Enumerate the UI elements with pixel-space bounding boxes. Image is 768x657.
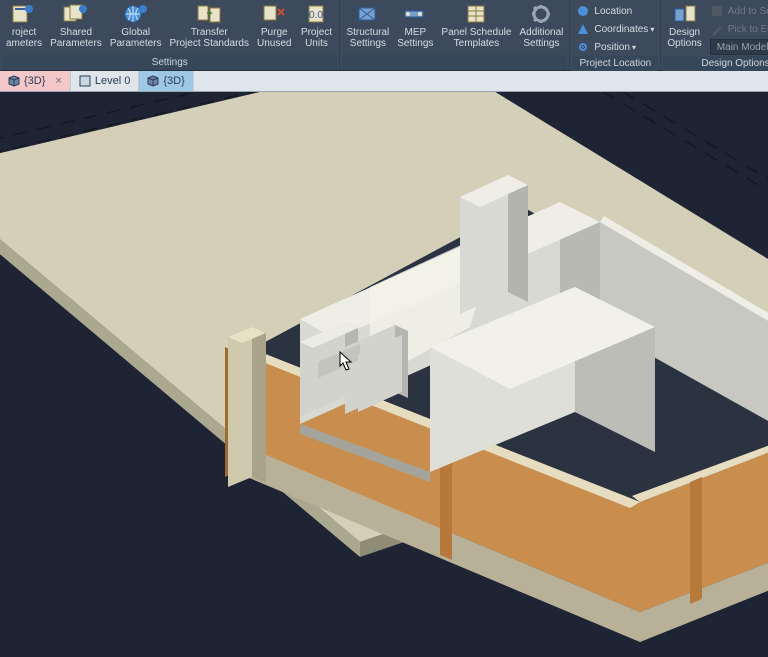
structural-settings-button[interactable]: Structural Settings xyxy=(342,0,393,49)
shared-parameters-button[interactable]: Shared Parameters xyxy=(46,0,106,49)
panel-design-options: Design Options Add to Set Pick to Edit M… xyxy=(661,0,768,70)
add-to-set-button[interactable]: Add to Set xyxy=(706,2,768,20)
transfer-standards-icon xyxy=(195,2,223,26)
label: Global Parameters xyxy=(110,27,162,49)
transfer-standards-button[interactable]: Transfer Project Standards xyxy=(166,0,254,49)
cube-icon xyxy=(8,75,20,87)
main-model-select[interactable]: Main Model xyxy=(710,39,768,55)
tab-3d-1[interactable]: {3D} × xyxy=(0,71,71,91)
viewport-3d[interactable] xyxy=(0,92,768,657)
panel-settings-2: Structural Settings MEP Settings Panel S… xyxy=(340,0,570,70)
label: Coordinates xyxy=(594,24,648,35)
project-parameters-button[interactable]: roject ameters xyxy=(2,0,46,49)
tab-label: Level 0 xyxy=(95,75,130,87)
coordinates-button[interactable]: Coordinates ▾ xyxy=(572,20,658,38)
svg-text:0.0: 0.0 xyxy=(310,10,324,21)
chevron-down-icon: ▾ xyxy=(650,25,654,34)
project-parameters-icon xyxy=(10,2,38,26)
design-options-button[interactable]: Design Options xyxy=(663,0,705,49)
label: Pick to Edit xyxy=(728,24,768,35)
label: Purge Unused xyxy=(257,27,291,49)
location-button[interactable]: Location xyxy=(572,2,658,20)
project-units-button[interactable]: 0.0 Project Units xyxy=(295,0,337,49)
label: Design Options xyxy=(667,27,701,49)
panel-title: Project Location xyxy=(572,56,658,71)
label: Panel Schedule Templates xyxy=(441,27,511,49)
tab-label: {3D} xyxy=(163,75,184,87)
ribbon: roject ameters Shared Parameters Global … xyxy=(0,0,768,71)
additional-settings-button[interactable]: Additional Settings xyxy=(515,0,567,49)
cube-icon xyxy=(147,75,159,87)
panel-schedule-templates-button[interactable]: Panel Schedule Templates xyxy=(437,0,515,49)
mep-settings-icon xyxy=(401,2,429,26)
global-parameters-button[interactable]: Global Parameters xyxy=(106,0,166,49)
panel-title: Design Options xyxy=(663,56,768,71)
coordinates-icon xyxy=(576,22,590,36)
mep-settings-button[interactable]: MEP Settings xyxy=(393,0,437,49)
label: Structural Settings xyxy=(346,27,389,49)
label: Location xyxy=(594,6,632,17)
panel-settings: roject ameters Shared Parameters Global … xyxy=(0,0,340,70)
tab-level0[interactable]: Level 0 xyxy=(71,71,139,91)
structural-settings-icon xyxy=(354,2,382,26)
purge-unused-icon xyxy=(260,2,288,26)
panel-title-blank xyxy=(342,55,567,70)
close-icon[interactable]: × xyxy=(55,75,61,87)
panel-project-location: Location Coordinates ▾ Position ▾ Projec… xyxy=(570,0,661,70)
chevron-down-icon: ▾ xyxy=(632,43,636,52)
position-button[interactable]: Position ▾ xyxy=(572,38,658,56)
pick-to-edit-icon xyxy=(710,22,724,36)
view-tabs: {3D} × Level 0 {3D} xyxy=(0,71,768,92)
panel-title: Settings xyxy=(2,55,337,70)
global-parameters-icon xyxy=(122,2,150,26)
label: Project Units xyxy=(301,27,332,49)
position-icon xyxy=(576,40,590,54)
label: Additional Settings xyxy=(519,27,563,49)
project-units-icon: 0.0 xyxy=(302,2,330,26)
design-options-icon xyxy=(671,2,699,26)
shared-parameters-icon xyxy=(62,2,90,26)
additional-settings-icon xyxy=(527,2,555,26)
pick-to-edit-button[interactable]: Pick to Edit xyxy=(706,20,768,38)
label: MEP Settings xyxy=(397,27,433,49)
model-canvas xyxy=(0,92,768,657)
plan-icon xyxy=(79,75,91,87)
purge-unused-button[interactable]: Purge Unused xyxy=(253,0,295,49)
location-icon xyxy=(576,4,590,18)
label: Add to Set xyxy=(728,6,768,17)
add-to-set-icon xyxy=(710,4,724,18)
main-model-dropdown-row: Main Model xyxy=(706,38,768,56)
tab-label: {3D} xyxy=(24,75,45,87)
panel-schedule-icon xyxy=(462,2,490,26)
label: Shared Parameters xyxy=(50,27,102,49)
label: Position xyxy=(594,42,630,53)
label: roject ameters xyxy=(6,27,42,49)
label: Transfer Project Standards xyxy=(170,27,250,49)
tab-3d-2[interactable]: {3D} xyxy=(139,71,193,91)
